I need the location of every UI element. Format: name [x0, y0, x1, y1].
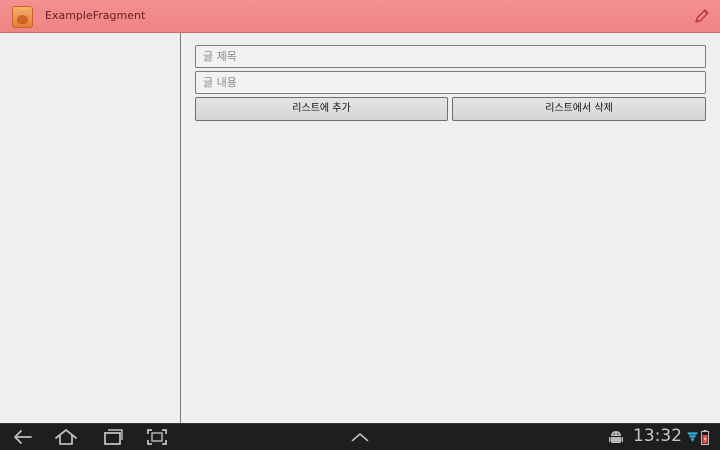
menu-up-icon[interactable]: [349, 431, 371, 443]
delete-from-list-button[interactable]: 리스트에서 삭제: [452, 97, 706, 121]
back-icon[interactable]: [11, 427, 35, 447]
list-fragment-pane[interactable]: [0, 33, 181, 423]
status-clock[interactable]: 13:32: [633, 426, 682, 446]
wifi-icon: [687, 431, 698, 442]
system-bar: 13:32: [0, 423, 720, 450]
recent-apps-icon[interactable]: [101, 427, 125, 447]
app-icon[interactable]: [12, 6, 33, 28]
app-screen: ExampleFragment 리스트에 추가 리스트에서 삭제: [0, 0, 720, 450]
battery-icon: [701, 430, 709, 445]
home-icon[interactable]: [54, 427, 78, 447]
app-title: ExampleFragment: [45, 9, 146, 22]
detail-fragment-pane: 리스트에 추가 리스트에서 삭제: [181, 33, 720, 423]
action-bar: ExampleFragment: [0, 0, 720, 33]
title-input[interactable]: [195, 45, 706, 68]
screenshot-icon[interactable]: [145, 427, 169, 447]
pencil-icon[interactable]: [692, 6, 712, 26]
add-to-list-button[interactable]: 리스트에 추가: [195, 97, 448, 121]
content-input[interactable]: [195, 71, 706, 94]
android-debug-icon: [609, 431, 623, 443]
